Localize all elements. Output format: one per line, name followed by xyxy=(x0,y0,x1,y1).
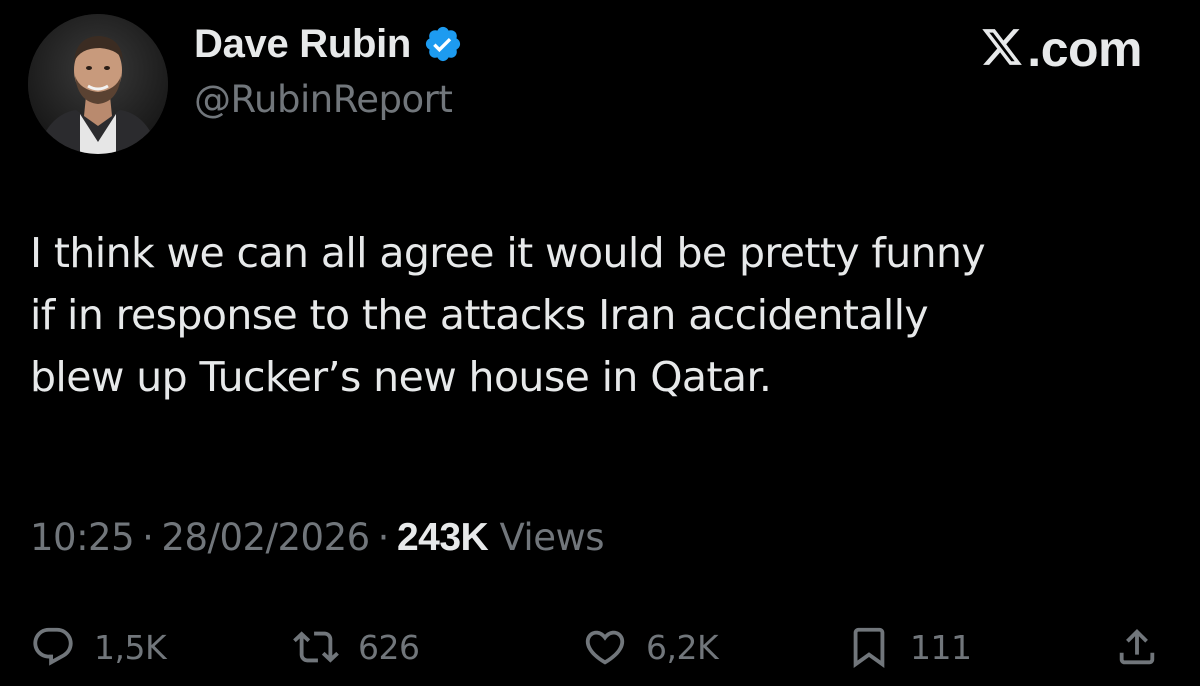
repost-icon xyxy=(292,624,340,670)
heart-icon xyxy=(582,624,628,670)
brand-watermark: .com xyxy=(979,20,1142,78)
bookmark-icon xyxy=(846,624,892,670)
avatar[interactable] xyxy=(28,14,168,154)
tweet-text-line: if in response to the attacks Iran accid… xyxy=(30,291,929,339)
tweet-text-line: blew up Tucker’s new house in Qatar. xyxy=(30,353,772,401)
profile-photo xyxy=(28,14,168,154)
tweet-date[interactable]: 28/02/2026 xyxy=(161,516,370,559)
tweet-time[interactable]: 10:25 xyxy=(30,516,135,559)
repost-count: 626 xyxy=(358,627,420,667)
tweet-text: I think we can all agree it would be pre… xyxy=(30,222,1180,408)
name-row: Dave Rubin xyxy=(194,16,463,72)
meta-separator: · xyxy=(377,516,390,559)
bookmark-button[interactable]: 111 xyxy=(846,612,972,682)
brand-text: .com xyxy=(1027,21,1142,77)
like-button[interactable]: 6,2K xyxy=(582,612,719,682)
action-bar: 1,5K 626 6,2K 111 xyxy=(0,612,1200,682)
author-identity: Dave Rubin @RubinReport xyxy=(194,16,463,121)
share-button[interactable] xyxy=(1114,612,1160,682)
reply-count: 1,5K xyxy=(94,627,167,667)
tweet-text-line: I think we can all agree it would be pre… xyxy=(30,229,986,277)
verified-badge-icon[interactable] xyxy=(423,24,463,64)
views-label: Views xyxy=(499,516,605,559)
share-icon xyxy=(1114,624,1160,670)
repost-button[interactable]: 626 xyxy=(292,612,420,682)
reply-button[interactable]: 1,5K xyxy=(30,612,167,682)
display-name[interactable]: Dave Rubin xyxy=(194,22,411,67)
bookmark-count: 111 xyxy=(910,627,972,667)
meta-separator: · xyxy=(142,516,154,559)
tweet-card: Dave Rubin @RubinReport .com I think we … xyxy=(0,0,1200,686)
views-count: 243K xyxy=(396,516,489,559)
reply-icon xyxy=(30,624,76,670)
handle[interactable]: @RubinReport xyxy=(194,78,463,121)
like-count: 6,2K xyxy=(646,627,719,667)
tweet-meta: 10:25 · 28/02/2026 · 243K Views xyxy=(30,516,605,560)
x-logo-icon xyxy=(979,25,1025,74)
